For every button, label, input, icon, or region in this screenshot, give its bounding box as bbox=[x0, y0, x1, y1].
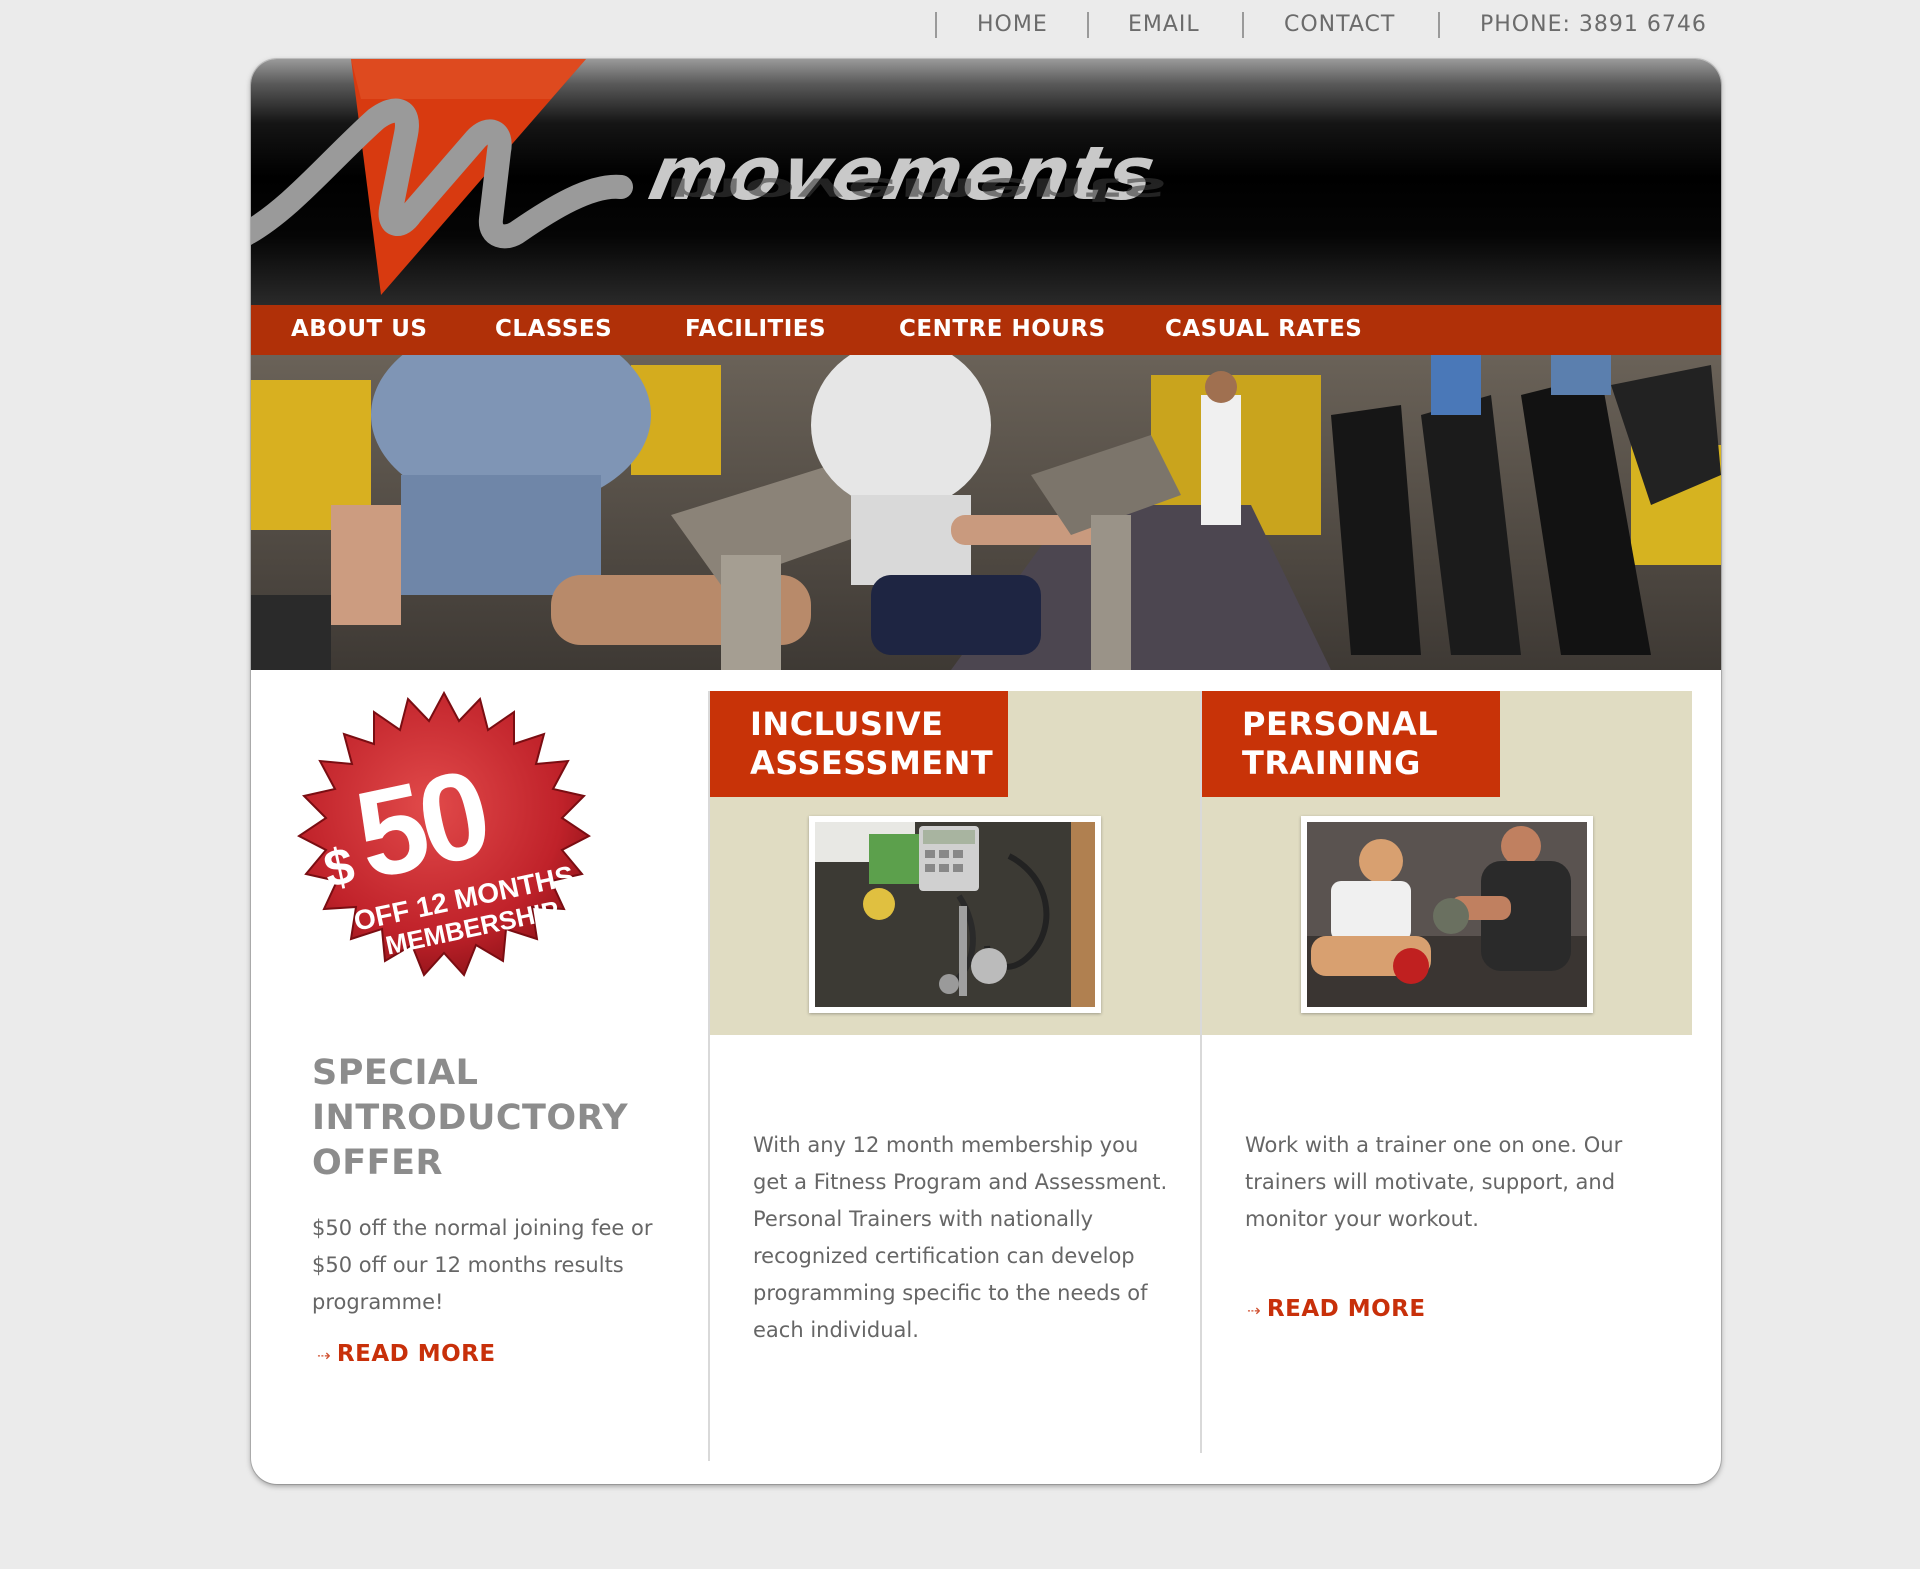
personal-training-photo[interactable] bbox=[1301, 816, 1593, 1013]
promo-title: SPECIAL INTRODUCTORY OFFER bbox=[312, 1053, 629, 1183]
home-link[interactable]: HOME bbox=[977, 12, 1048, 37]
nav-casual-rates[interactable]: CASUAL RATES bbox=[1165, 316, 1362, 342]
main-card: movements movements ABOUT US CLASSES FAC… bbox=[251, 59, 1721, 1484]
feature-text: Work with a trainer one on one. Our trai… bbox=[1245, 1133, 1623, 1231]
feature-title-line: INCLUSIVE bbox=[750, 705, 944, 743]
separator bbox=[1438, 12, 1440, 38]
arrow-right-icon: ⇢ bbox=[317, 1346, 331, 1365]
discount-badge-icon[interactable]: $ 50 OFF 12 MONTHS MEMBERSHIP bbox=[277, 691, 611, 1025]
hero-gym-photo bbox=[251, 355, 1721, 670]
email-link[interactable]: EMAIL bbox=[1128, 12, 1200, 37]
nav-about-us[interactable]: ABOUT US bbox=[291, 316, 428, 342]
feature-title[interactable]: INCLUSIVE ASSESSMENT bbox=[710, 691, 1008, 797]
assessment-photo[interactable] bbox=[809, 816, 1101, 1013]
nav-classes[interactable]: CLASSES bbox=[495, 316, 612, 342]
feature-title[interactable]: PERSONAL TRAINING bbox=[1202, 691, 1500, 797]
read-more-label: READ MORE bbox=[1266, 1296, 1426, 1322]
feature-title-line: TRAINING bbox=[1242, 744, 1421, 782]
nav-facilities[interactable]: FACILITIES bbox=[685, 316, 826, 342]
separator bbox=[1242, 12, 1244, 38]
read-more-label: READ MORE bbox=[336, 1341, 496, 1367]
separator bbox=[1087, 12, 1089, 38]
contact-link[interactable]: CONTACT bbox=[1284, 12, 1395, 37]
arrow-right-icon: ⇢ bbox=[1247, 1301, 1261, 1320]
site-header: movements movements bbox=[251, 59, 1721, 305]
promo-text: $50 off the normal joining fee or $50 of… bbox=[312, 1216, 653, 1314]
main-nav: ABOUT US CLASSES FACILITIES CENTRE HOURS… bbox=[251, 305, 1721, 355]
feature-title-line: PERSONAL bbox=[1242, 705, 1439, 743]
promo-read-more-link[interactable]: ⇢ READ MORE bbox=[317, 1341, 496, 1367]
nav-centre-hours[interactable]: CENTRE HOURS bbox=[899, 316, 1106, 342]
top-utility-nav: HOME EMAIL CONTACT PHONE: 3891 6746 bbox=[0, 0, 1920, 52]
training-read-more-link[interactable]: ⇢ READ MORE bbox=[1247, 1296, 1426, 1322]
brand-reflection: movements bbox=[655, 170, 1178, 209]
phone-number: PHONE: 3891 6746 bbox=[1480, 12, 1707, 37]
separator bbox=[935, 12, 937, 38]
feature-title-line: ASSESSMENT bbox=[750, 744, 994, 782]
feature-text: With any 12 month membership you get a F… bbox=[753, 1133, 1168, 1342]
